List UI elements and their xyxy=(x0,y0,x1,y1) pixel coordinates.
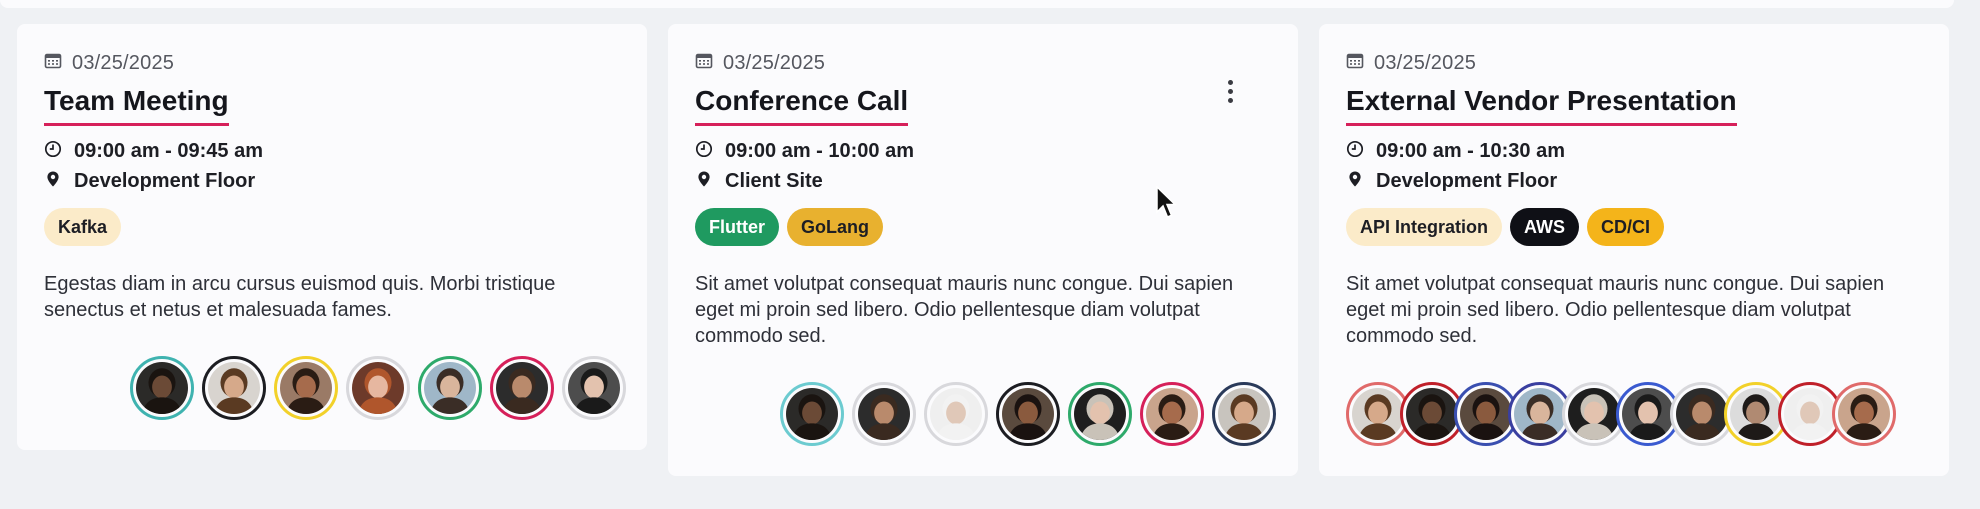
event-date: 03/25/2025 xyxy=(723,51,826,74)
event-time: 09:00 am - 10:30 am xyxy=(1376,139,1566,162)
event-card-conference-call[interactable]: 03/25/2025 Conference Call 09:00 am - 10… xyxy=(668,24,1298,476)
event-date: 03/25/2025 xyxy=(72,51,175,74)
attendee-avatar[interactable] xyxy=(1068,382,1132,446)
event-description: Sit amet volutpat consequat mauris nunc … xyxy=(695,273,1234,347)
attendee-avatar[interactable] xyxy=(1140,382,1204,446)
attendee-avatar[interactable] xyxy=(490,356,554,420)
clock-icon xyxy=(44,140,62,163)
tag-chip[interactable]: Kafka xyxy=(44,208,122,246)
person-icon xyxy=(930,388,982,440)
calendar-icon xyxy=(695,52,713,75)
time-row: 09:00 am - 10:30 am xyxy=(1346,136,1922,166)
attendee-avatar[interactable] xyxy=(274,356,338,420)
attendee-avatar[interactable] xyxy=(780,382,844,446)
attendee-avatar[interactable] xyxy=(418,356,482,420)
person-icon xyxy=(1568,388,1620,440)
location-pin-icon xyxy=(695,170,713,193)
event-title[interactable]: Team Meeting xyxy=(44,84,229,126)
person-icon xyxy=(1730,388,1782,440)
attendee-avatar[interactable] xyxy=(1832,382,1896,446)
attendee-avatar[interactable] xyxy=(346,356,410,420)
mouse-cursor-icon xyxy=(1156,186,1177,218)
person-icon xyxy=(1460,388,1512,440)
attendee-avatar[interactable] xyxy=(852,382,916,446)
person-icon xyxy=(1002,388,1054,440)
time-row: 09:00 am - 10:00 am xyxy=(695,136,1271,166)
person-icon xyxy=(208,362,260,414)
date-row: 03/25/2025 xyxy=(695,52,1271,74)
event-location: Development Floor xyxy=(1376,169,1558,192)
event-time: 09:00 am - 10:00 am xyxy=(725,139,915,162)
tag-list: Kafka xyxy=(44,208,620,246)
person-icon xyxy=(786,388,838,440)
person-icon xyxy=(424,362,476,414)
attendee-avatar[interactable] xyxy=(924,382,988,446)
clock-icon xyxy=(695,140,713,163)
person-icon xyxy=(858,388,910,440)
attendee-avatar[interactable] xyxy=(562,356,626,420)
calendar-icon xyxy=(1346,52,1364,75)
event-title[interactable]: External Vendor Presentation xyxy=(1346,84,1737,126)
event-time: 09:00 am - 09:45 am xyxy=(74,139,264,162)
person-icon xyxy=(1676,388,1728,440)
event-card-external-vendor-presentation[interactable]: 03/25/2025 External Vendor Presentation … xyxy=(1319,24,1949,476)
person-icon xyxy=(1218,388,1270,440)
event-description: Sit amet volutpat consequat mauris nunc … xyxy=(1346,273,1885,347)
attendee-avatar[interactable] xyxy=(202,356,266,420)
tag-chip[interactable]: Flutter xyxy=(695,208,779,246)
attendee-avatar[interactable] xyxy=(1212,382,1276,446)
person-icon xyxy=(1352,388,1404,440)
location-row: Development Floor xyxy=(44,166,620,196)
person-icon xyxy=(1146,388,1198,440)
more-options-icon[interactable] xyxy=(1220,76,1240,106)
attendee-avatar[interactable] xyxy=(130,356,194,420)
person-icon xyxy=(1838,388,1890,440)
top-panel-edge xyxy=(0,0,1954,8)
tag-list: Flutter GoLang xyxy=(695,208,1271,246)
tag-chip[interactable]: API Integration xyxy=(1346,208,1503,246)
event-description: Egestas diam in arcu cursus euismod quis… xyxy=(44,273,556,321)
attendee-list xyxy=(122,356,626,420)
calendar-icon xyxy=(44,52,62,75)
person-icon xyxy=(1622,388,1674,440)
person-icon xyxy=(496,362,548,414)
event-location: Client Site xyxy=(725,169,823,192)
time-row: 09:00 am - 09:45 am xyxy=(44,136,620,166)
tag-list: API Integration AWS CD/CI xyxy=(1346,208,1922,246)
event-date: 03/25/2025 xyxy=(1374,51,1477,74)
person-icon xyxy=(568,362,620,414)
location-pin-icon xyxy=(44,170,62,193)
tag-chip[interactable]: AWS xyxy=(1510,208,1580,246)
clock-icon xyxy=(1346,140,1364,163)
location-pin-icon xyxy=(1346,170,1364,193)
person-icon xyxy=(1784,388,1836,440)
person-icon xyxy=(352,362,404,414)
location-row: Development Floor xyxy=(1346,166,1922,196)
person-icon xyxy=(280,362,332,414)
person-icon xyxy=(136,362,188,414)
tag-chip[interactable]: GoLang xyxy=(787,208,883,246)
date-row: 03/25/2025 xyxy=(1346,52,1922,74)
event-title[interactable]: Conference Call xyxy=(695,84,909,126)
location-row: Client Site xyxy=(695,166,1271,196)
person-icon xyxy=(1406,388,1458,440)
tag-chip[interactable]: CD/CI xyxy=(1587,208,1665,246)
attendee-list xyxy=(772,382,1276,446)
event-card-team-meeting[interactable]: 03/25/2025 Team Meeting 09:00 am - 09:45… xyxy=(17,24,647,450)
attendee-list xyxy=(1346,382,1896,446)
event-location: Development Floor xyxy=(74,169,256,192)
attendee-avatar[interactable] xyxy=(996,382,1060,446)
date-row: 03/25/2025 xyxy=(44,52,620,74)
person-icon xyxy=(1074,388,1126,440)
person-icon xyxy=(1514,388,1566,440)
